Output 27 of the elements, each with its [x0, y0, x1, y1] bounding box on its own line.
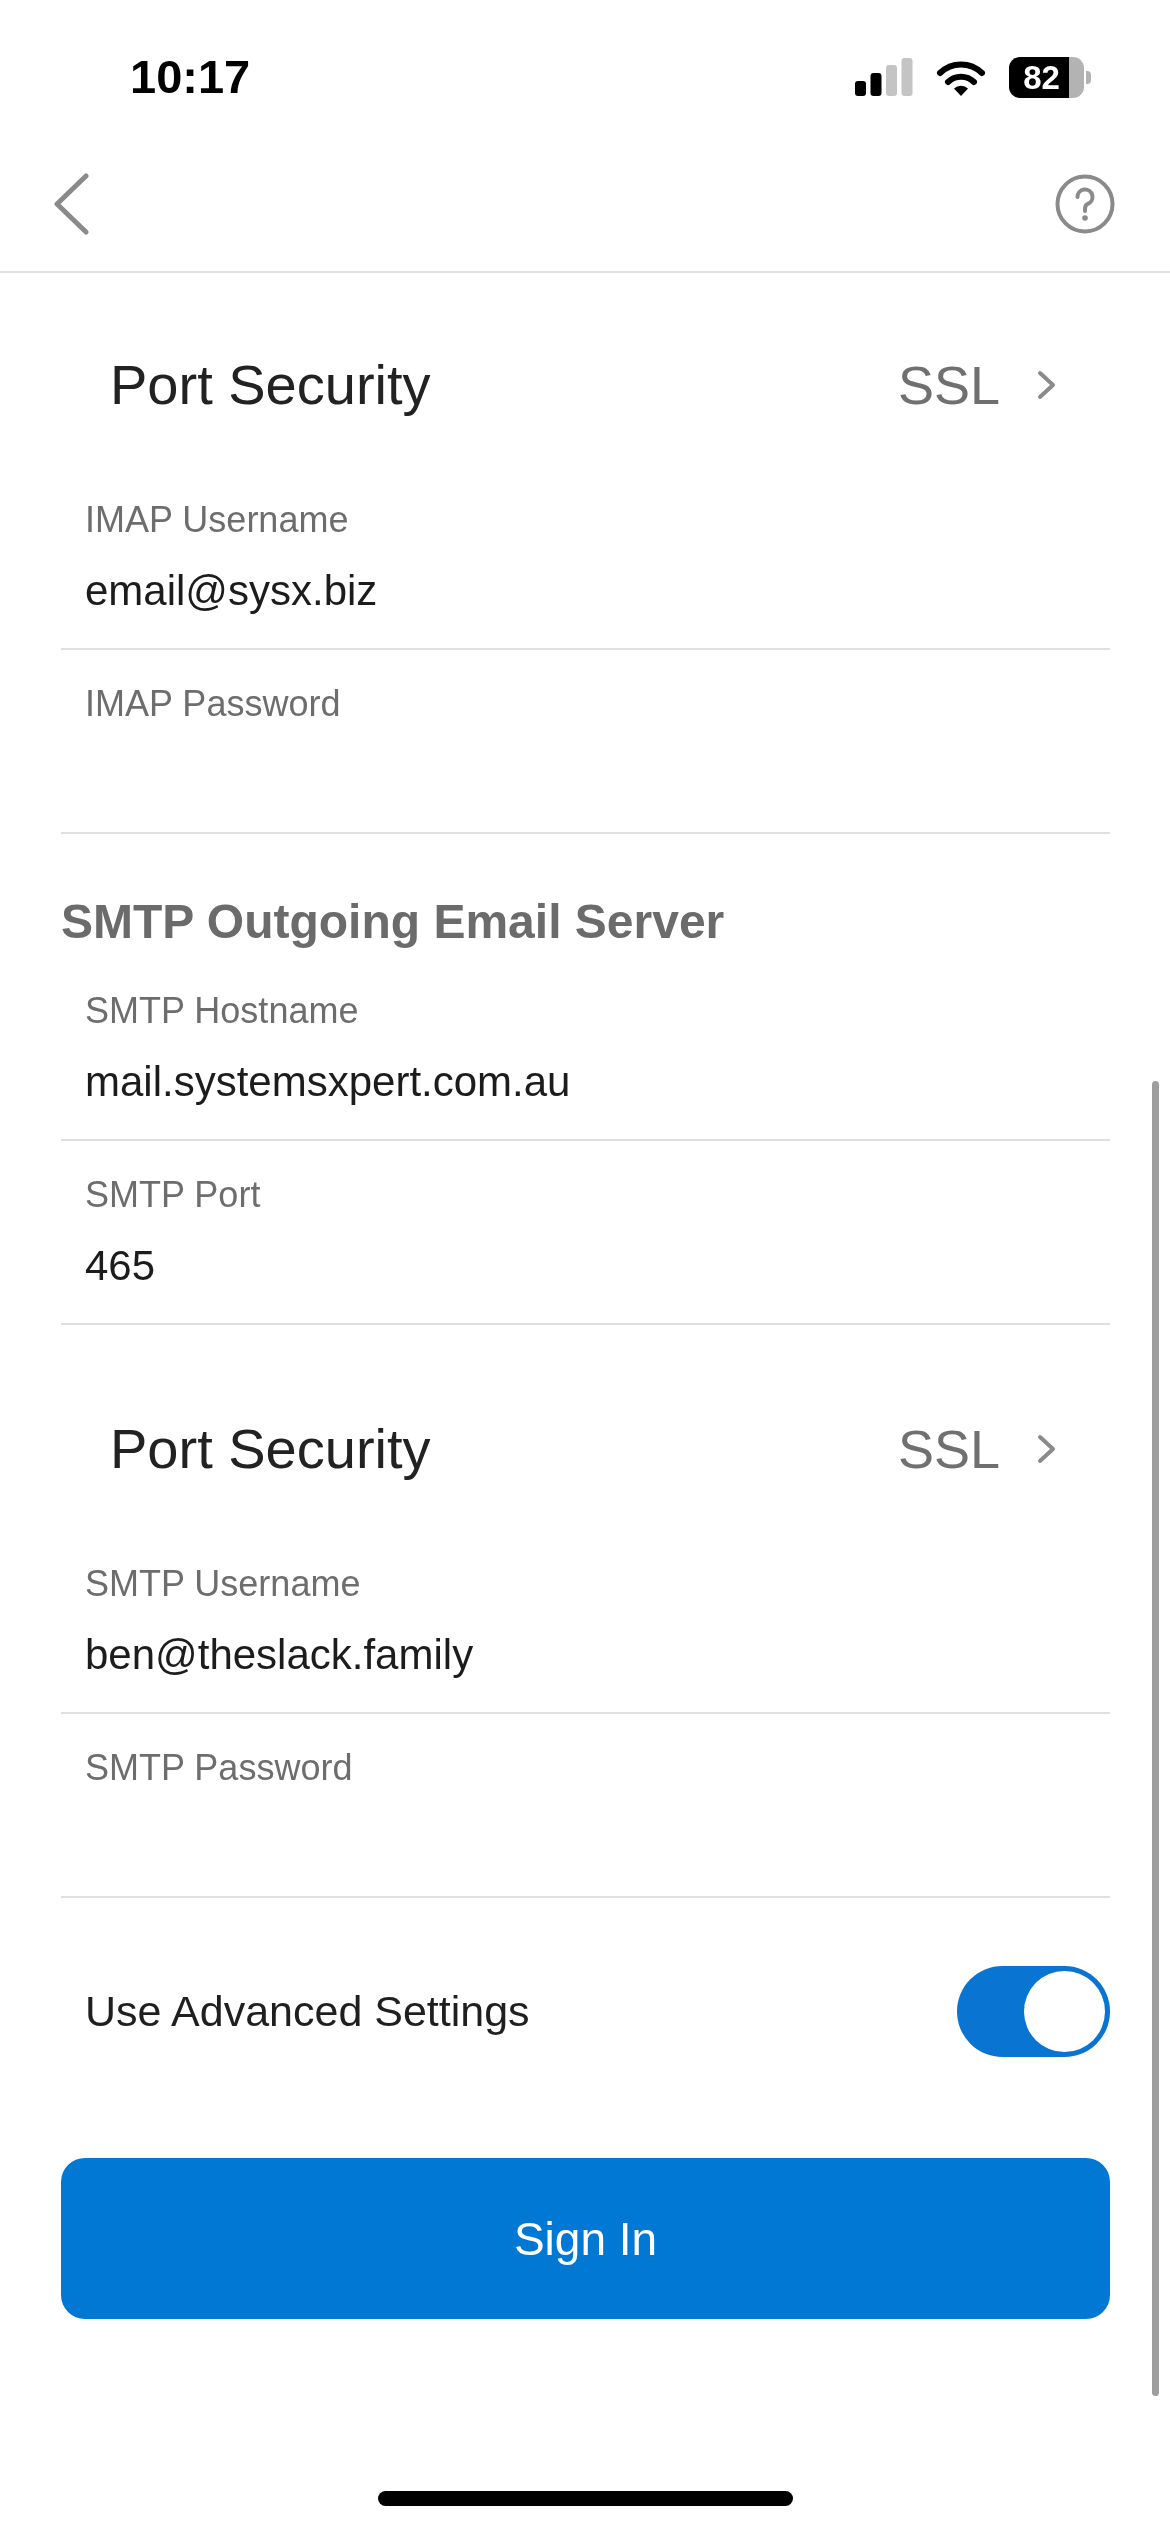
setting-value[interactable]: SSL [897, 353, 1000, 417]
help-icon[interactable] [1055, 174, 1115, 234]
chevron-right-icon [1037, 1434, 1056, 1464]
setting-label[interactable]: Port Security [110, 353, 431, 417]
text-field[interactable]: SMTP Password [61, 1714, 1110, 1898]
text-field[interactable]: IMAP Username email@sysx.biz [61, 466, 1110, 650]
setting-value[interactable]: SSL [897, 1417, 1000, 1481]
field-label: SMTP Port [85, 1175, 261, 1215]
signal-icon [855, 58, 913, 96]
field-label: IMAP Username [85, 500, 349, 540]
wifi-icon [935, 58, 987, 96]
field-label: IMAP Password [85, 684, 341, 724]
text-field[interactable]: SMTP Username ben@theslack.family [61, 1530, 1110, 1714]
chevron-right-icon [1037, 370, 1056, 400]
section-heading: SMTP Outgoing Email Server [61, 895, 725, 949]
setting-label[interactable]: Port Security [110, 1417, 431, 1481]
battery-indicator: 82 [1009, 56, 1091, 98]
sign-in-button[interactable]: Sign In [61, 2158, 1110, 2319]
toggle-label: Use Advanced Settings [85, 1986, 530, 2036]
field-label: SMTP Hostname [85, 991, 359, 1031]
text-field[interactable]: IMAP Password [61, 650, 1110, 834]
text-field[interactable]: SMTP Hostname mail.systemsxpert.com.au [61, 957, 1110, 1141]
field-label: SMTP Username [85, 1564, 361, 1604]
field-label: SMTP Password [85, 1748, 353, 1788]
back-icon[interactable] [53, 173, 89, 235]
status-time: 10:17 [130, 49, 251, 105]
text-field[interactable]: SMTP Port 465 [61, 1141, 1110, 1325]
